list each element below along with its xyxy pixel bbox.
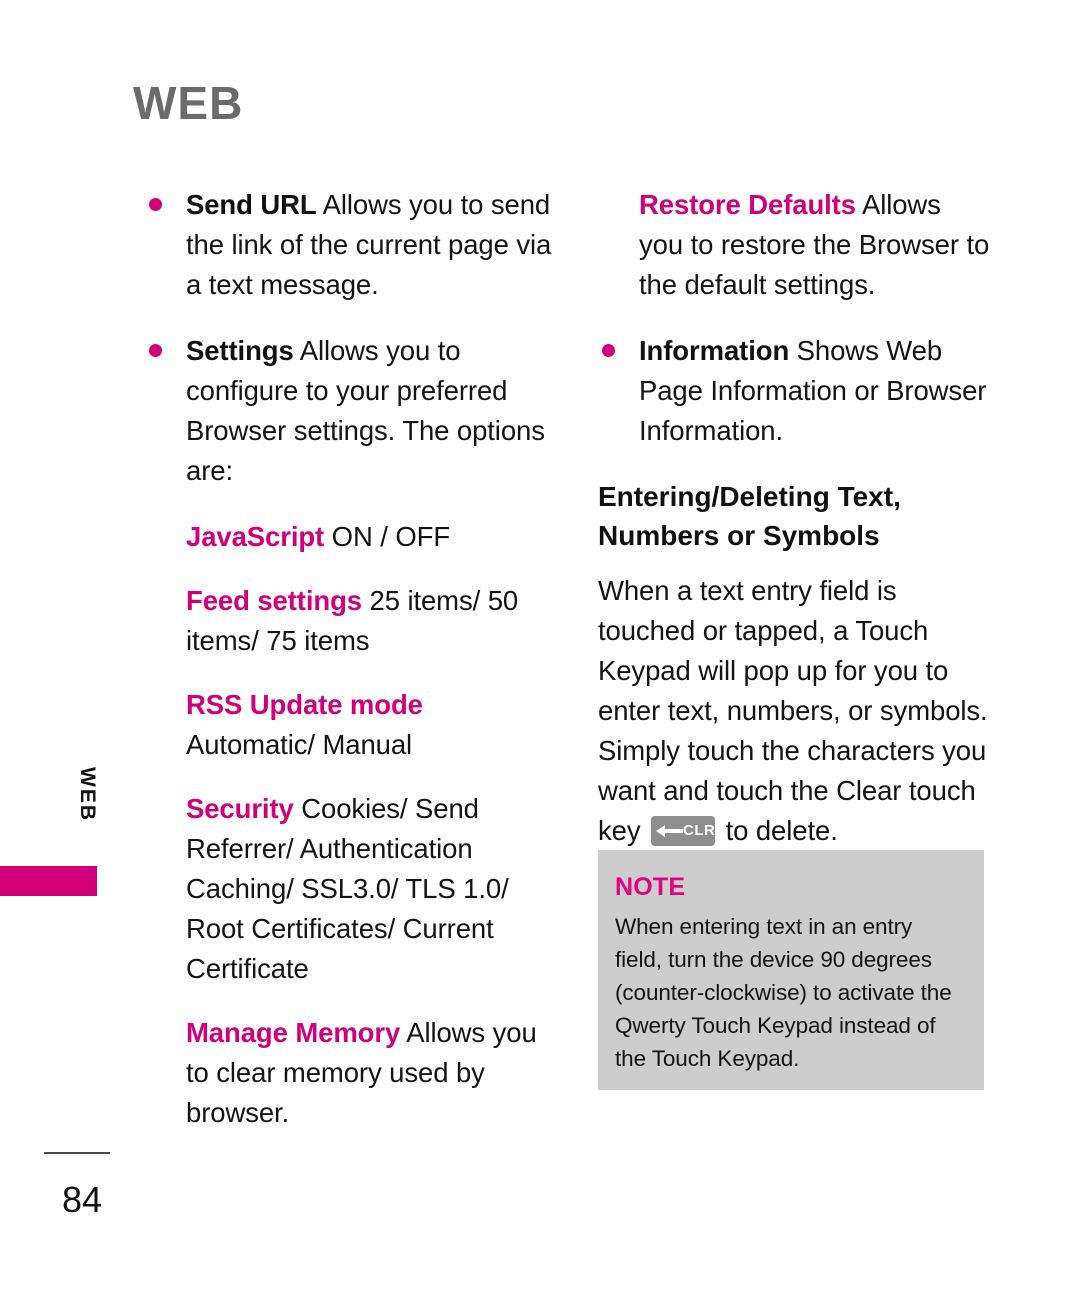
side-tab-accent-bar [0, 866, 97, 896]
bullet-dot-icon [149, 198, 162, 211]
note-title: NOTE [615, 873, 686, 901]
option-values-javascript: ON / OFF [324, 521, 451, 552]
option-term-security: Security [186, 793, 294, 824]
page-title: WEB [133, 77, 244, 129]
list-item: Information Shows Web Page Information o… [598, 331, 990, 451]
left-arrow-stem-icon [663, 829, 684, 833]
section-body-before-key: When a text entry field is touched or ta… [598, 575, 988, 846]
right-column: Restore Defaults Allows you to restore t… [598, 185, 990, 851]
list-item: Send URL Allows you to send the link of … [145, 185, 555, 305]
section-heading: Entering/Deleting Text, Numbers or Symbo… [598, 481, 901, 551]
list-item-text: Send URL Allows you to send the link of … [186, 185, 555, 305]
option-term-manage-memory: Manage Memory [186, 1017, 401, 1048]
option-term-feed-settings: Feed settings [186, 585, 362, 616]
note-box: NOTE When entering text in an entry fiel… [598, 850, 984, 1090]
option-feed-settings: Feed settings 25 items/ 50 items/ 75 ite… [145, 581, 555, 661]
option-javascript: JavaScript ON / OFF [145, 517, 555, 557]
left-column: Send URL Allows you to send the link of … [145, 185, 555, 1157]
list-item-text: Settings Allows you to configure to your… [186, 331, 555, 491]
option-security: Security Cookies/ Send Referrer/ Authent… [145, 789, 555, 989]
term-settings: Settings [186, 335, 294, 366]
clear-key-icon: CLR [651, 816, 716, 846]
list-item: Settings Allows you to configure to your… [145, 331, 555, 491]
bullet-dot-icon [602, 344, 615, 357]
note-body: When entering text in an entry field, tu… [615, 914, 952, 1071]
clear-key-label: CLR [683, 822, 716, 839]
option-term-rss-update-mode: RSS Update mode [186, 689, 423, 720]
option-manage-memory: Manage Memory Allows you to clear memory… [145, 1013, 555, 1133]
option-term-javascript: JavaScript [186, 521, 325, 552]
section-body-after-key: to delete. [718, 815, 838, 846]
bullet-dot-icon [149, 344, 162, 357]
term-restore-defaults: Restore Defaults [639, 189, 856, 220]
term-send-url: Send URL [186, 189, 317, 220]
side-tab-label: WEB [76, 767, 99, 822]
manual-page: WEB WEB Send URL Allows you to send the … [0, 0, 1080, 1295]
option-values-rss-update-mode: Automatic/ Manual [186, 729, 413, 760]
list-item-text: Information Shows Web Page Information o… [639, 331, 990, 451]
option-rss-update-mode: RSS Update mode Automatic/ Manual [145, 685, 555, 765]
term-information: Information [639, 335, 790, 366]
entry-restore-defaults: Restore Defaults Allows you to restore t… [598, 185, 990, 305]
footer-divider [44, 1152, 110, 1154]
page-number: 84 [62, 1179, 103, 1220]
section-body: When a text entry field is touched or ta… [598, 571, 990, 851]
